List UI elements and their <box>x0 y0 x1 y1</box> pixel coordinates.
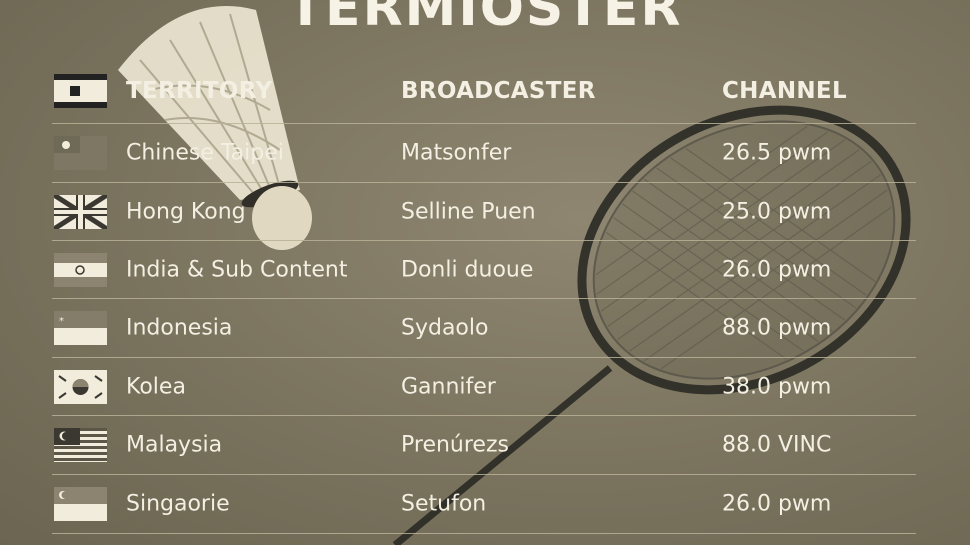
india-flag-icon <box>54 253 107 287</box>
broadcaster-cell: Prenúrezs <box>401 432 509 458</box>
header-flag-icon <box>54 74 107 108</box>
singapore-flag-icon <box>54 487 107 521</box>
broadcaster-cell: Matsonfer <box>401 140 512 166</box>
header-territory: TERRITORY <box>126 78 273 104</box>
svg-text:*: * <box>59 316 64 327</box>
broadcaster-cell: Donli duoue <box>401 257 534 283</box>
channel-cell: 26.0 pwm <box>722 257 832 283</box>
channel-cell: 26.5 pwm <box>722 140 832 166</box>
channel-cell: 88.0 pwm <box>722 315 832 341</box>
divider <box>52 533 916 534</box>
table-row: Chinese Taipei Matsonfer 26.5 pwm <box>52 124 916 182</box>
table-row: Hong Kong Selline Puen 25.0 pwm <box>52 183 916 241</box>
broadcaster-cell: Gannifer <box>401 374 496 400</box>
broadcaster-cell: Setufon <box>401 491 487 517</box>
table-row: * Indonesia Sydaolo 88.0 pwm <box>52 299 916 357</box>
territory-cell: Chinese Taipei <box>126 140 284 166</box>
table-row: India & Sub Content Donli duoue 26.0 pwm <box>52 241 916 299</box>
malaysia-flag-icon <box>54 428 107 462</box>
broadcaster-cell: Sydaolo <box>401 315 489 341</box>
territory-cell: Indonesia <box>126 315 233 341</box>
taiwan-flag-icon <box>54 136 107 170</box>
territory-cell: India & Sub Content <box>126 257 348 283</box>
territory-cell: Malaysia <box>126 432 223 458</box>
korea-flag-icon <box>54 370 107 404</box>
territory-cell: Singaorie <box>126 491 230 517</box>
table-row: Malaysia Prenúrezs 88.0 VINC <box>52 416 916 474</box>
union-jack-flag-icon <box>54 195 107 229</box>
header-channel: CHANNEL <box>722 78 847 104</box>
indonesia-flag-icon: * <box>54 311 107 345</box>
territory-cell: Kolea <box>126 374 186 400</box>
table-header: TERRITORY BROADCASTER CHANNEL <box>52 62 916 120</box>
channel-cell: 25.0 pwm <box>722 199 832 225</box>
channel-cell: 88.0 VINC <box>722 432 832 458</box>
broadcaster-cell: Selline Puen <box>401 199 536 225</box>
channel-cell: 38.0 pwm <box>722 374 832 400</box>
table-row: Singaorie Setufon 26.0 pwm <box>52 475 916 533</box>
table-row: Kolea Gannifer 38.0 pwm <box>52 358 916 416</box>
channel-cell: 26.0 pwm <box>722 491 832 517</box>
territory-cell: Hong Kong <box>126 199 246 225</box>
page-title: TERMIOSTER <box>287 0 683 38</box>
header-broadcaster: BROADCASTER <box>401 78 596 104</box>
